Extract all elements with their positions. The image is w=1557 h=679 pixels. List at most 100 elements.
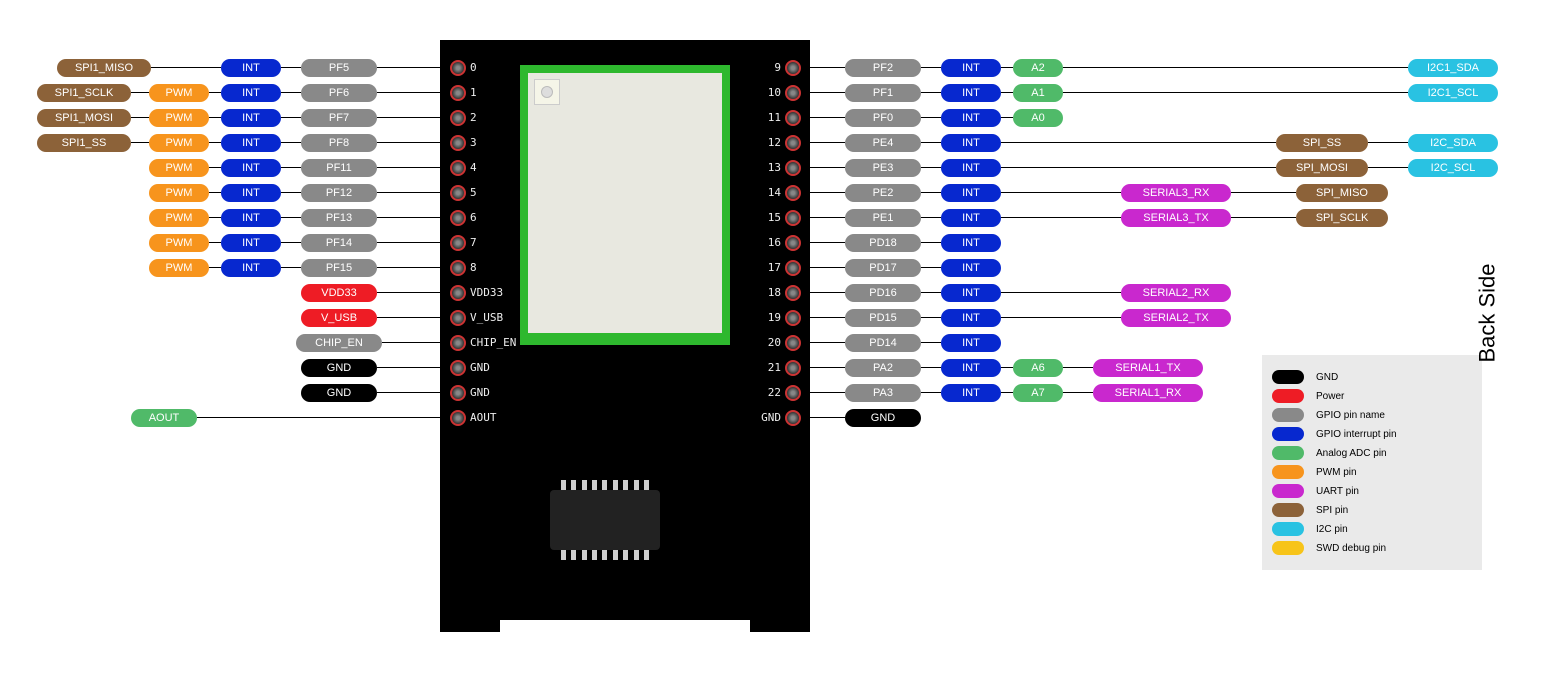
- pin-number-label: 4: [470, 161, 477, 174]
- pin-number-label: V_USB: [470, 311, 503, 324]
- pin-label-int: INT: [941, 109, 1001, 127]
- wire: [815, 142, 845, 143]
- pin-row: PF2INTA2I2C1_SDA: [815, 55, 1498, 80]
- pin-label-pwm: PWM: [149, 234, 209, 252]
- wire: [377, 142, 437, 143]
- pin-label-gpio: PE3: [845, 159, 921, 177]
- pin-hole-icon: [785, 135, 801, 151]
- pin-number-label: 2: [470, 111, 477, 124]
- pin-row: PA3INTA7SERIAL1_RX: [815, 380, 1203, 405]
- wire: [921, 117, 941, 118]
- pin-number-label: 13: [768, 161, 781, 174]
- wire: [377, 217, 437, 218]
- pin-label-gpio: PD18: [845, 234, 921, 252]
- pin-row: PE4INTSPI_SSI2C_SDA: [815, 130, 1498, 155]
- wire: [921, 192, 941, 193]
- wifi-module: [520, 65, 730, 345]
- pin-row: PWMINTPF15: [149, 255, 437, 280]
- pin-label-adc: AOUT: [131, 409, 197, 427]
- pin-hole-icon: [785, 210, 801, 226]
- pin-row: PE1INTSERIAL3_TXSPI_SCLK: [815, 205, 1388, 230]
- pin-hole-icon: [785, 85, 801, 101]
- pin-hole-icon: [785, 410, 801, 426]
- pin-label-int: INT: [941, 384, 1001, 402]
- pin-hole-icon: [785, 235, 801, 251]
- wire: [1368, 142, 1408, 143]
- pin-label-gnd: GND: [301, 384, 377, 402]
- wire: [815, 67, 845, 68]
- pin-label-uart: SERIAL2_RX: [1121, 284, 1231, 302]
- pin-label-adc: A7: [1013, 384, 1063, 402]
- pin-row: VDD33: [301, 280, 437, 305]
- wire: [921, 292, 941, 293]
- pin-label-gpio: PE2: [845, 184, 921, 202]
- pin-row: PD14INT: [815, 330, 1001, 355]
- wire: [209, 167, 221, 168]
- wire: [1001, 142, 1276, 143]
- pin-label-int: INT: [941, 309, 1001, 327]
- wire: [815, 392, 845, 393]
- legend-swatch: [1272, 427, 1304, 441]
- wire: [1001, 392, 1013, 393]
- pin-hole-icon: [785, 285, 801, 301]
- wire: [377, 117, 437, 118]
- wire: [377, 367, 437, 368]
- legend-label: Power: [1316, 391, 1344, 402]
- pin-label-spi: SPI1_SCLK: [37, 84, 131, 102]
- pin-label-spi: SPI_SCLK: [1296, 209, 1388, 227]
- pin-hole-icon: [450, 310, 466, 326]
- pin-label-int: INT: [221, 234, 281, 252]
- legend-label: Analog ADC pin: [1316, 448, 1387, 459]
- wire: [209, 217, 221, 218]
- pin-label-uart: SERIAL2_TX: [1121, 309, 1231, 327]
- wire: [1231, 192, 1296, 193]
- pin-label-uart: SERIAL3_RX: [1121, 184, 1231, 202]
- board-foot: [440, 620, 500, 632]
- wire: [921, 392, 941, 393]
- wire: [815, 242, 845, 243]
- pin-row: SPI1_MISOINTPF5: [57, 55, 437, 80]
- legend-swatch: [1272, 370, 1304, 384]
- pin-label-int: INT: [221, 259, 281, 277]
- pin-number-label: 17: [768, 261, 781, 274]
- pin-label-i2c: I2C_SCL: [1408, 159, 1498, 177]
- wire: [1231, 217, 1296, 218]
- wire: [921, 317, 941, 318]
- pin-row: GND: [301, 355, 437, 380]
- pin-row: PF0INTA0: [815, 105, 1063, 130]
- pin-row: PD16INTSERIAL2_RX: [815, 280, 1231, 305]
- pin-number-label: 12: [768, 136, 781, 149]
- board-foot: [750, 620, 810, 632]
- pin-label-gpio: PF12: [301, 184, 377, 202]
- pin-hole-icon: [450, 360, 466, 376]
- wire: [1063, 67, 1408, 68]
- pin-label-gpio: PF6: [301, 84, 377, 102]
- wire: [197, 417, 437, 418]
- pin-number-label: 5: [470, 186, 477, 199]
- wire: [281, 142, 301, 143]
- legend-label: GND: [1316, 372, 1338, 383]
- pin-row: GND: [815, 405, 921, 430]
- pin-row: PA2INTA6SERIAL1_TX: [815, 355, 1203, 380]
- pin-row: GND: [301, 380, 437, 405]
- pin-label-pwm: PWM: [149, 159, 209, 177]
- wire: [815, 317, 845, 318]
- pin-hole-icon: [450, 110, 466, 126]
- pin-label-gnd: GND: [301, 359, 377, 377]
- pin-label-i2c: I2C1_SDA: [1408, 59, 1498, 77]
- pin-hole-icon: [785, 160, 801, 176]
- pin-row: AOUT: [131, 405, 437, 430]
- wire: [1001, 217, 1121, 218]
- module-shield: [528, 73, 722, 333]
- pin-label-uart: SERIAL1_TX: [1093, 359, 1203, 377]
- pin-label-int: INT: [221, 184, 281, 202]
- wire: [815, 192, 845, 193]
- pin-label-gpio: PD17: [845, 259, 921, 277]
- pin-row: SPI1_SCLKPWMINTPF6: [37, 80, 437, 105]
- wire: [131, 92, 149, 93]
- pin-label-spi: SPI1_MOSI: [37, 109, 131, 127]
- legend-row: GPIO interrupt pin: [1272, 427, 1472, 441]
- wire: [209, 242, 221, 243]
- wire: [1063, 92, 1408, 93]
- module-antenna-icon: [534, 79, 560, 105]
